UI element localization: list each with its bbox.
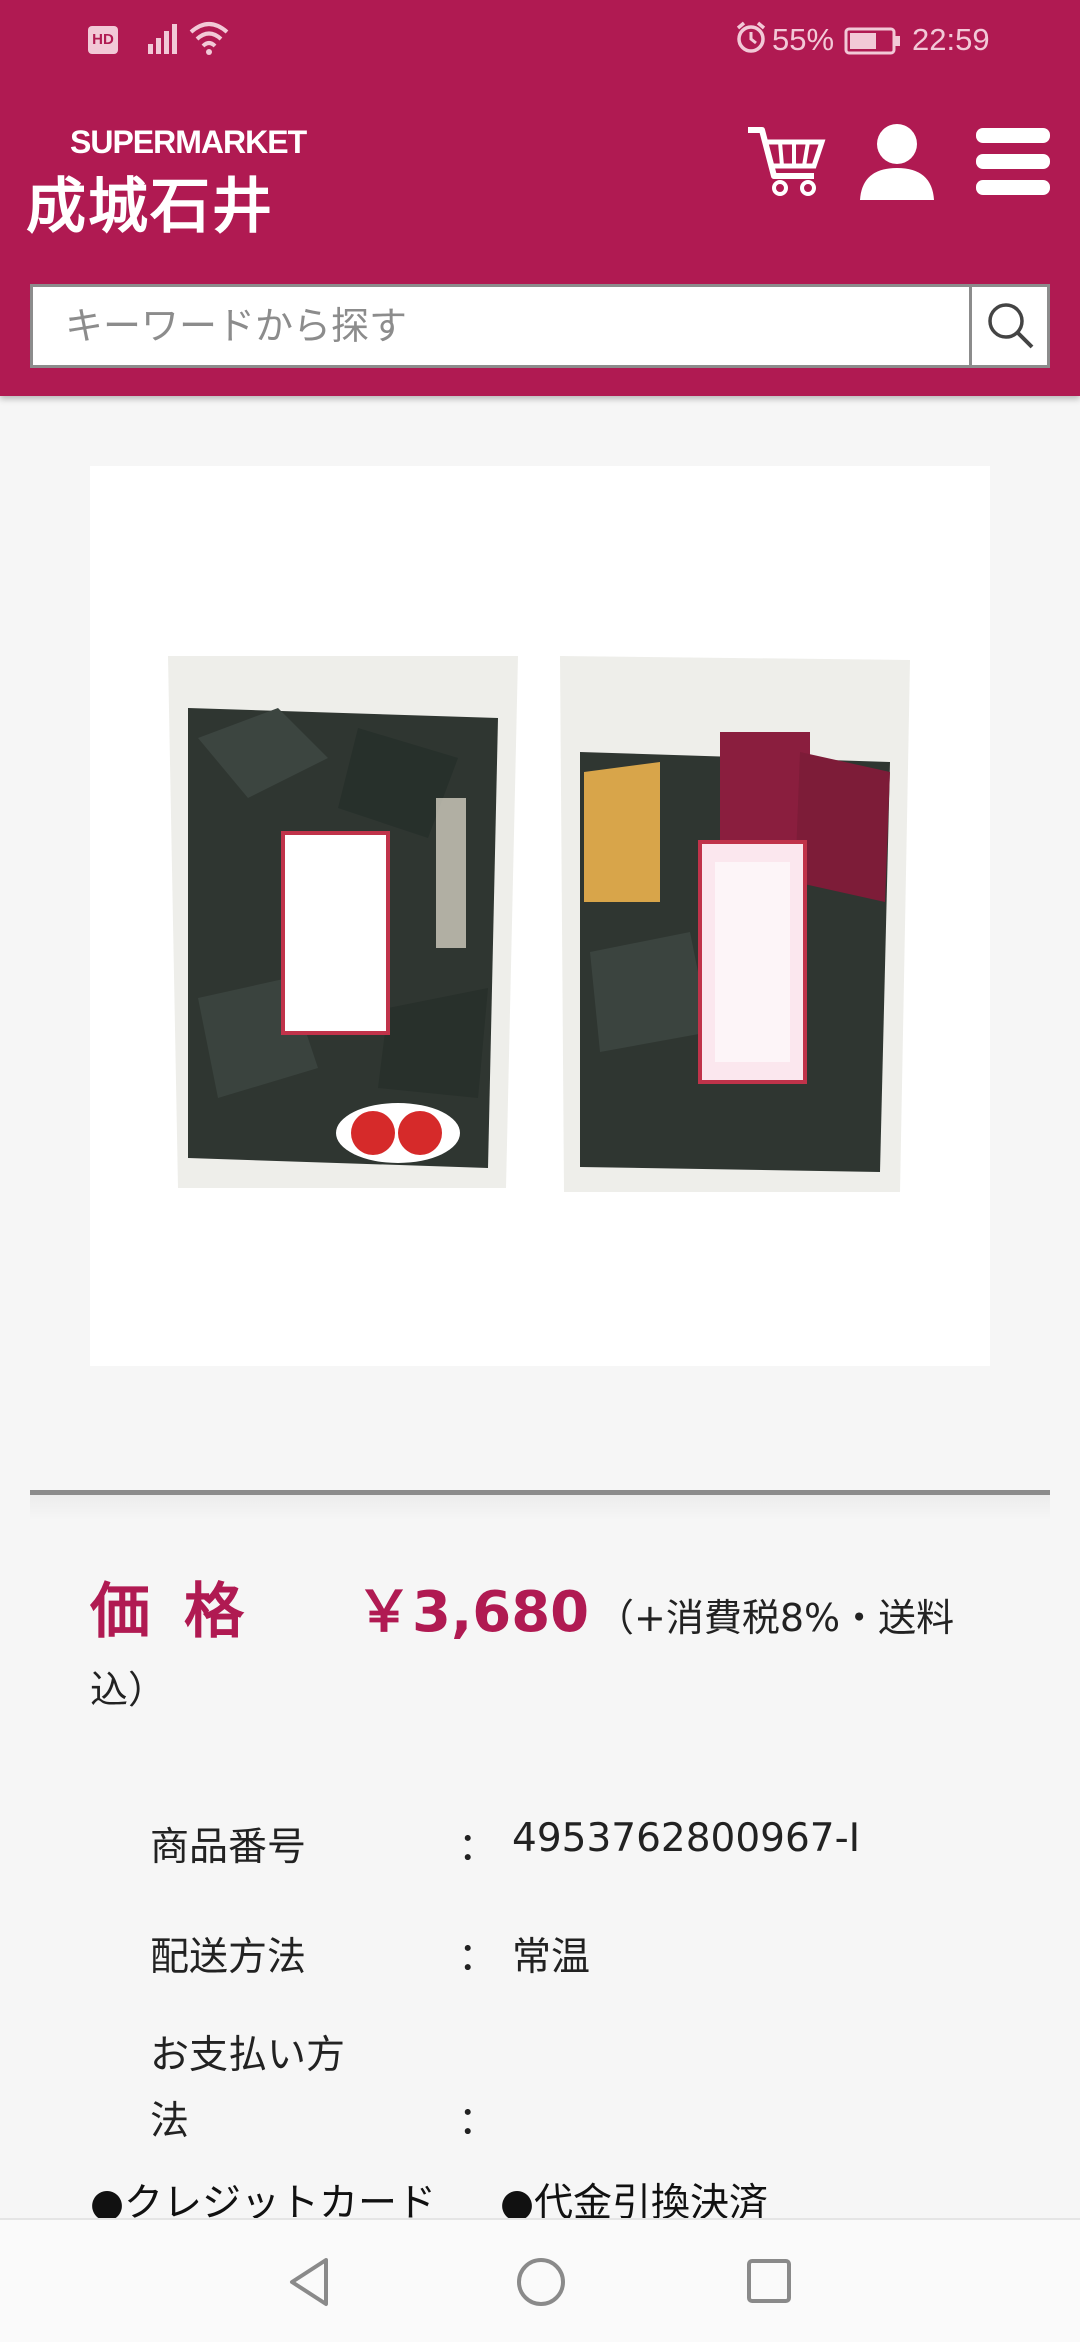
back-icon[interactable] bbox=[284, 2254, 336, 2310]
spec-value: 常温 bbox=[512, 1935, 591, 1980]
logo-wordmark: 成城石井 bbox=[26, 172, 274, 242]
spec-colon: ： bbox=[458, 1935, 498, 1980]
user-icon[interactable] bbox=[856, 120, 938, 204]
spec-label: 配送方法 bbox=[150, 1935, 307, 1980]
price-note-continued: 込） bbox=[90, 1668, 167, 1712]
price-label: 価格 bbox=[90, 1577, 278, 1647]
spec-value: 4953762800967-I bbox=[512, 1816, 861, 1861]
site-header: HD 55% 22:59 SUPERMARKET 成城石井 bbox=[0, 0, 1080, 396]
wifi-icon bbox=[189, 22, 229, 55]
system-nav-bar bbox=[0, 2218, 1080, 2342]
price-note: （+消費税8%・送料 bbox=[596, 1596, 955, 1640]
search-bar bbox=[30, 284, 1050, 368]
logo-tagline: SUPERMARKET bbox=[70, 124, 307, 160]
spec-label: お支払い方 bbox=[150, 2033, 346, 2078]
search-button[interactable] bbox=[969, 287, 1047, 365]
home-icon[interactable] bbox=[514, 2254, 568, 2310]
natto-bag-plain bbox=[168, 656, 518, 1188]
menu-icon[interactable] bbox=[974, 120, 1052, 204]
price-value: ￥3,680 bbox=[356, 1580, 590, 1645]
status-time: 22:59 bbox=[912, 22, 990, 57]
spec-label-continued: 法 bbox=[150, 2099, 190, 2144]
spec-colon: ： bbox=[458, 2099, 498, 2144]
hd-badge: HD bbox=[88, 26, 118, 54]
spec-colon: ： bbox=[458, 1825, 498, 1870]
alarm-icon bbox=[736, 21, 766, 53]
search-input[interactable] bbox=[33, 287, 971, 365]
natto-bag-mix bbox=[560, 656, 910, 1192]
search-icon bbox=[988, 303, 1034, 349]
battery-percent: 55% bbox=[772, 22, 835, 57]
spec-label: 商品番号 bbox=[150, 1825, 307, 1870]
cart-icon[interactable] bbox=[744, 120, 828, 204]
signal-icon bbox=[148, 24, 177, 54]
section-divider bbox=[30, 1490, 1050, 1521]
status-bar: HD 55% 22:59 bbox=[0, 0, 1080, 84]
battery-icon bbox=[844, 27, 900, 55]
product-image[interactable] bbox=[90, 466, 990, 1366]
recent-apps-icon[interactable] bbox=[744, 2254, 794, 2310]
site-logo[interactable]: SUPERMARKET 成城石井 bbox=[26, 118, 326, 242]
